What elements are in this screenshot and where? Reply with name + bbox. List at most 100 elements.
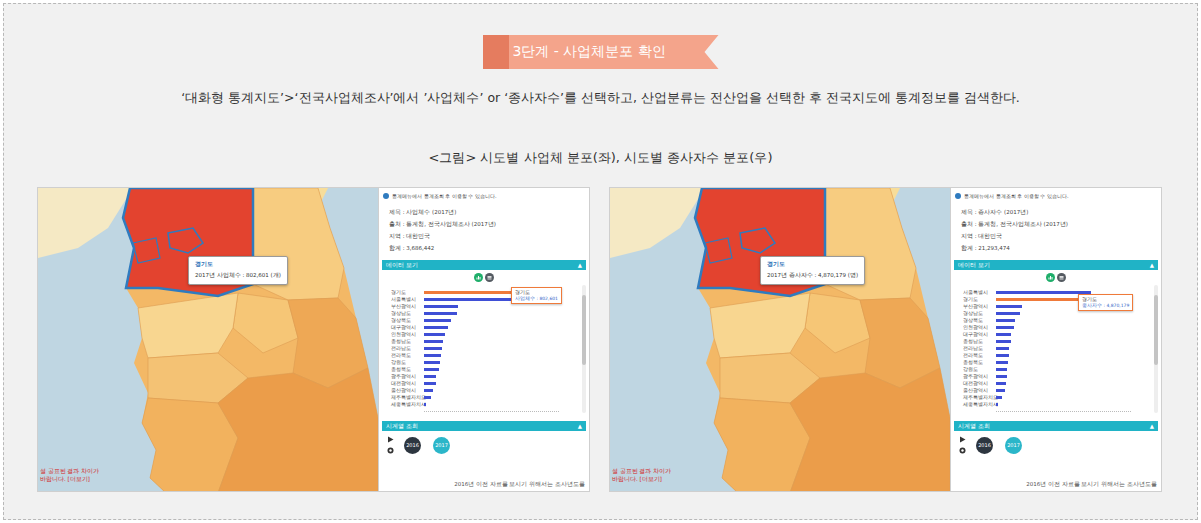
collapse-arrow[interactable]: ▲ [1150,262,1154,268]
bar-label: 인천광역시 [391,332,424,337]
bar-row[interactable]: 세종특별자치시 [963,401,1154,408]
data-view-header[interactable]: 데이터 보기▲ [382,260,586,270]
bar[interactable] [424,396,431,400]
bar[interactable] [424,340,443,344]
bar[interactable] [996,403,998,407]
bar[interactable] [424,368,439,372]
bar[interactable] [996,312,1020,316]
gear-icon[interactable] [959,447,966,454]
year-button[interactable]: 2017 [1005,437,1022,454]
bar[interactable] [424,298,516,302]
collapse-arrow[interactable]: ▲ [578,423,582,429]
map-area[interactable]: 경기도2017년 사업체수 : 802,601 (개)설 공표된 결과 차이가바… [38,188,378,491]
scrollbar-thumb[interactable] [1154,295,1158,365]
scrollbar[interactable] [582,285,586,413]
bar[interactable] [424,291,519,295]
bar-row[interactable]: 강원도 [391,359,582,366]
bar-row[interactable]: 광주광역시 [963,373,1154,380]
collapse-arrow[interactable]: ▲ [578,262,582,268]
time-series-header[interactable]: 시계열 조회▲ [382,421,586,431]
year-button[interactable]: 2017 [433,437,450,454]
map-drawing[interactable] [38,188,378,492]
collapse-arrow[interactable]: ▲ [1150,423,1154,429]
bar-row[interactable]: 전라북도 [963,352,1154,359]
bar-label: 강원도 [391,360,424,365]
map-area[interactable]: 경기도2017년 종사자수 : 4,870,179 (명)설 공표된 결과 차이… [610,188,950,491]
map-notice: 설 공표된 결과 차이가바랍니다. [더보기] [40,468,99,483]
bar[interactable] [996,347,1009,351]
bar-row[interactable]: 대전광역시 [391,380,582,387]
bar[interactable] [996,396,1002,400]
bar-row[interactable]: 광주광역시 [391,373,582,380]
bar[interactable] [424,375,436,379]
bar-row[interactable]: 대구광역시 [391,324,582,331]
chart-view-button[interactable] [1046,273,1055,282]
bar[interactable] [424,403,426,407]
bar[interactable] [996,389,1005,393]
bar[interactable] [424,361,440,365]
scrollbar[interactable] [1154,285,1158,413]
bar[interactable] [996,298,1086,302]
bar-row[interactable]: 충청북도 [391,366,582,373]
bar[interactable] [996,340,1011,344]
bar[interactable] [996,354,1009,358]
chart-axis [996,411,1131,412]
bar-row[interactable]: 부산광역시 [391,303,582,310]
bar-row[interactable]: 세종특별자치시 [391,401,582,408]
data-view-header[interactable]: 데이터 보기▲ [954,260,1158,270]
bar-row[interactable]: 충청남도 [963,338,1154,345]
table-view-button[interactable] [1057,273,1066,282]
bar[interactable] [424,333,445,337]
time-series-header[interactable]: 시계열 조회▲ [954,421,1158,431]
bar[interactable] [424,319,451,323]
gear-icon[interactable] [387,447,394,454]
bar[interactable] [996,375,1007,379]
bar[interactable] [996,382,1006,386]
bar[interactable] [996,361,1008,365]
bar-label: 전라남도 [963,346,996,351]
info-icon [383,193,389,199]
bar[interactable] [996,305,1022,309]
bar[interactable] [424,354,441,358]
bar-row[interactable]: 전라북도 [391,352,582,359]
bar-row[interactable]: 충청북도 [963,359,1154,366]
bar-row[interactable]: 울산광역시 [391,387,582,394]
bar-row[interactable]: 경상남도 [391,310,582,317]
bar-row[interactable]: 경상북도 [391,317,582,324]
bar[interactable] [424,382,436,386]
table-view-button[interactable] [485,273,494,282]
scrollbar-thumb[interactable] [582,295,586,365]
bar-row[interactable]: 경상남도 [963,310,1154,317]
year-button[interactable]: 2016 [976,437,993,454]
bar-row[interactable]: 대구광역시 [963,331,1154,338]
year-button[interactable]: 2016 [404,437,421,454]
bar-row[interactable]: 전라남도 [391,345,582,352]
bar-label: 경상북도 [963,318,996,323]
bar[interactable] [996,333,1011,337]
bar[interactable] [996,291,1091,295]
bar[interactable] [424,326,448,330]
bar[interactable] [424,305,458,309]
play-icon[interactable] [387,436,394,443]
chart-axis [424,411,559,412]
map-drawing[interactable] [610,188,950,492]
bar-row[interactable]: 인천광역시 [963,324,1154,331]
bar-row[interactable]: 경상북도 [963,317,1154,324]
bar[interactable] [996,326,1014,330]
bar-row[interactable]: 제주특별자치도 [391,394,582,401]
chart-view-button[interactable] [474,273,483,282]
bar[interactable] [424,312,457,316]
bar-row[interactable]: 인천광역시 [391,331,582,338]
bar-row[interactable]: 전라남도 [963,345,1154,352]
bar-row[interactable]: 제주특별자치도 [963,394,1154,401]
play-icon[interactable] [959,436,966,443]
bar-row[interactable]: 대전광역시 [963,380,1154,387]
bar[interactable] [424,347,442,351]
bar[interactable] [996,368,1007,372]
bar-row[interactable]: 강원도 [963,366,1154,373]
bar[interactable] [996,319,1015,323]
bar[interactable] [424,389,433,393]
bar-row[interactable]: 울산광역시 [963,387,1154,394]
bar-row[interactable]: 충청남도 [391,338,582,345]
time-series-controls: 2016 2017 [951,431,1161,454]
